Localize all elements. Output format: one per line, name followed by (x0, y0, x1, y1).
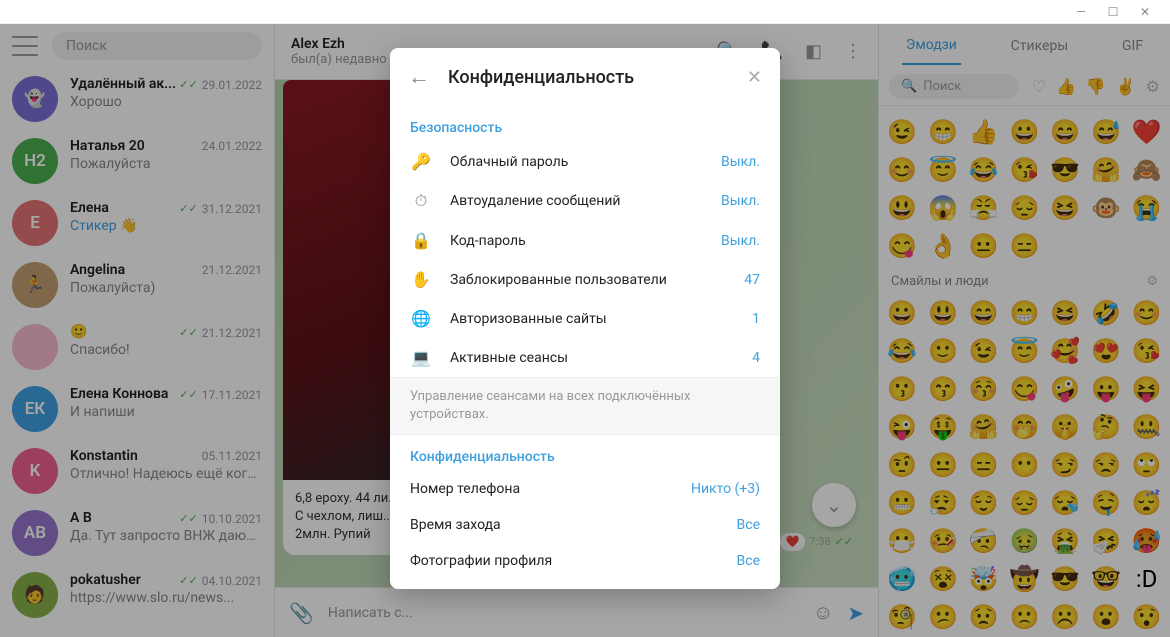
setting-value: Выкл. (721, 193, 760, 209)
setting-row[interactable]: ⏱ Автоудаление сообщений Выкл. (390, 181, 780, 221)
close-icon[interactable]: ✕ (747, 67, 762, 88)
setting-icon: ⏱ (410, 191, 432, 211)
setting-value: 47 (744, 272, 760, 288)
setting-label: Код-пароль (450, 233, 703, 249)
setting-row[interactable]: 🌐 Авторизованные сайты 1 (390, 299, 780, 338)
setting-icon: 🔑 (410, 152, 432, 171)
setting-label: Номер телефона (410, 481, 673, 497)
setting-icon: 🌐 (410, 309, 432, 328)
sessions-description: Управление сеансами на всех подключённых… (390, 377, 780, 435)
setting-value: Никто (+3) (691, 481, 760, 497)
setting-value: Выкл. (721, 154, 760, 170)
setting-label: Облачный пароль (450, 154, 703, 170)
setting-label: Активные сеансы (450, 350, 734, 366)
window-close[interactable]: ✕ (1138, 5, 1152, 19)
setting-row[interactable]: Номер телефона Никто (+3) (390, 471, 780, 507)
setting-row[interactable]: 🔑 Облачный пароль Выкл. (390, 142, 780, 181)
setting-row[interactable]: Время захода Все (390, 507, 780, 543)
setting-row[interactable]: Фотографии профиля Все (390, 543, 780, 579)
modal-title: Конфиденциальность (448, 67, 729, 88)
setting-row[interactable]: 🔒 Код-пароль Выкл. (390, 221, 780, 260)
setting-row[interactable]: 💻 Активные сеансы 4 (390, 338, 780, 377)
setting-row[interactable]: ✋ Заблокированные пользователи 47 (390, 260, 780, 299)
setting-label: Время захода (410, 517, 719, 533)
setting-label: Заблокированные пользователи (450, 272, 726, 288)
section-privacy: Конфиденциальность (390, 435, 780, 471)
setting-value: Выкл. (721, 233, 760, 249)
setting-value: Все (737, 553, 760, 569)
section-security: Безопасность (390, 106, 780, 142)
privacy-settings-modal: ← Конфиденциальность ✕ Безопасность 🔑 Обл… (390, 48, 780, 589)
setting-label: Фотографии профиля (410, 553, 719, 569)
setting-value: 4 (752, 350, 760, 366)
setting-label: Авторизованные сайты (450, 311, 734, 327)
setting-label: Автоудаление сообщений (450, 193, 703, 209)
window-maximize[interactable]: ☐ (1106, 5, 1120, 19)
setting-icon: ✋ (410, 270, 432, 289)
window-minimize[interactable]: — (1074, 5, 1088, 19)
setting-value: Все (737, 517, 760, 533)
setting-icon: 💻 (410, 348, 432, 367)
setting-icon: 🔒 (410, 231, 432, 250)
setting-value: 1 (752, 311, 760, 327)
back-icon[interactable]: ← (408, 64, 430, 90)
